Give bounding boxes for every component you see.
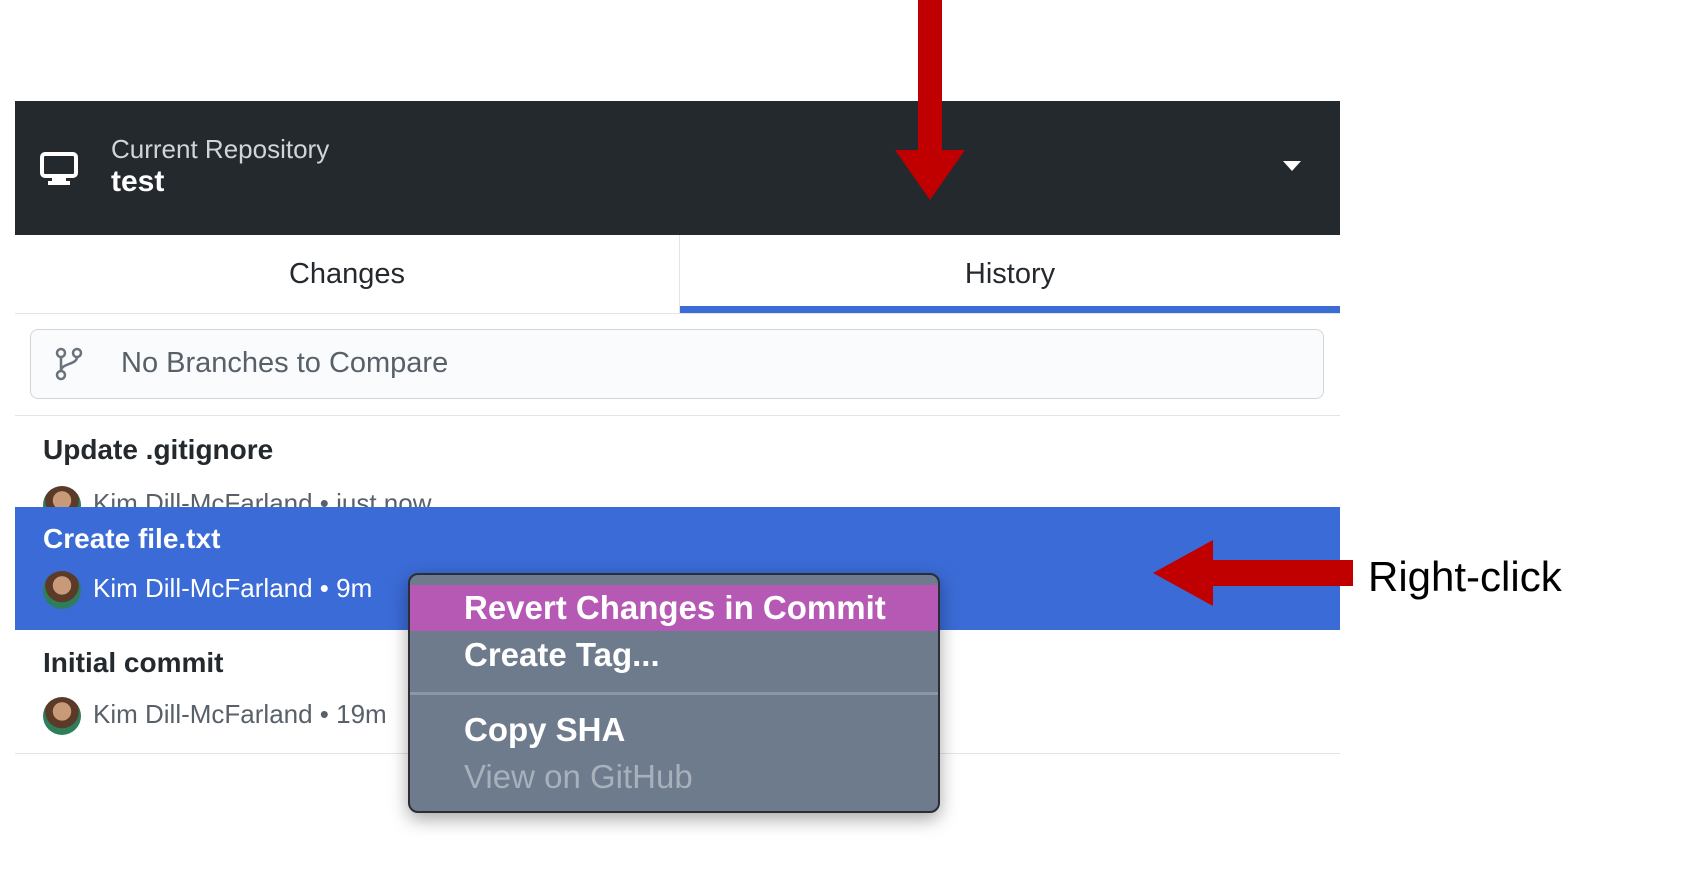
current-repository-selector[interactable]: Current Repository test — [15, 101, 1340, 235]
commit-author: Kim Dill-McFarland • 19m — [93, 699, 387, 729]
selected-tab-indicator — [680, 306, 1340, 313]
repository-name: test — [111, 165, 165, 198]
menu-item-create-tag[interactable]: Create Tag... — [410, 633, 938, 677]
right-click-annotation: Right-click — [1368, 553, 1562, 600]
down-arrow-annotation-icon — [895, 0, 965, 200]
commit-title: Update .gitignore — [43, 434, 274, 465]
compare-section: No Branches to Compare — [15, 314, 1340, 416]
tab-bar: Changes History — [15, 235, 1340, 314]
repository-caption: Current Repository — [111, 134, 330, 164]
avatar — [43, 697, 81, 735]
commit-author: Kim Dill-McFarland • 9m — [93, 573, 373, 603]
tab-history[interactable]: History — [680, 235, 1340, 313]
tab-changes-label: Changes — [288, 258, 406, 290]
chevron-down-icon[interactable] — [1283, 161, 1301, 171]
left-arrow-annotation-icon — [1153, 540, 1353, 606]
computer-icon — [40, 152, 78, 185]
branch-compare-input[interactable]: No Branches to Compare — [30, 329, 1324, 399]
menu-separator — [410, 692, 938, 695]
menu-item-copy-sha[interactable]: Copy SHA — [410, 707, 938, 753]
commit-title: Create file.txt — [43, 523, 221, 554]
commit-context-menu: Revert Changes in Commit Create Tag... C… — [408, 573, 940, 813]
tab-changes[interactable]: Changes — [15, 235, 680, 313]
commit-title: Initial commit — [43, 647, 224, 678]
avatar — [43, 571, 81, 609]
tab-history-label: History — [964, 258, 1056, 290]
compare-label: No Branches to Compare — [121, 347, 449, 379]
menu-item-view-on-github: View on GitHub — [464, 758, 693, 795]
git-branch-icon — [55, 347, 83, 381]
menu-item-revert-changes[interactable]: Revert Changes in Commit — [410, 585, 938, 631]
